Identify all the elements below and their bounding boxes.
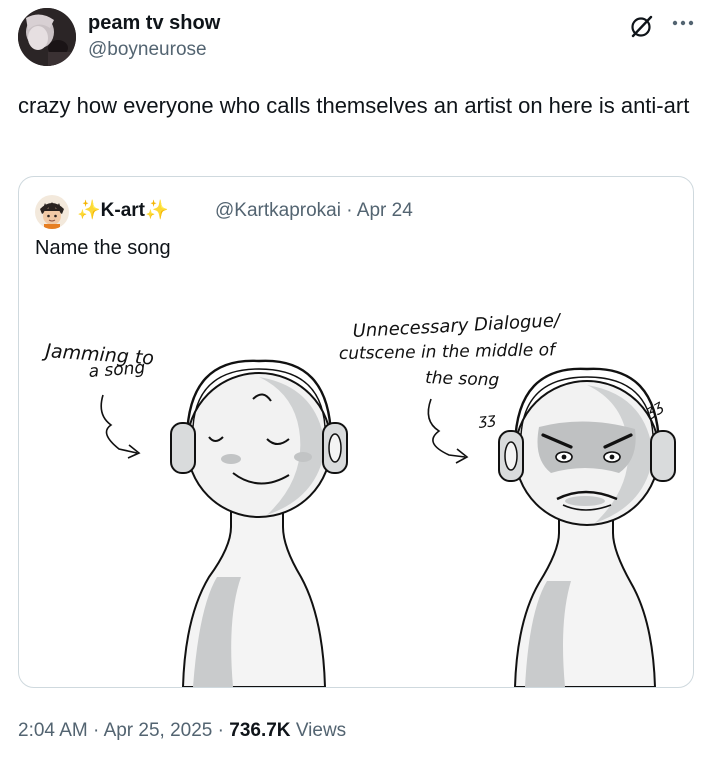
quoted-display-name-text: K-art: [100, 200, 146, 221]
right-caption-line3: the song: [425, 368, 500, 391]
views-label: Views: [295, 720, 347, 741]
quoted-tweet-text: Name the song: [35, 237, 171, 259]
sparkle-icon: ✨: [145, 200, 169, 221]
right-caption-line1: Unnecessary Dialogue/: [352, 310, 562, 342]
quoted-avatar[interactable]: [35, 195, 69, 229]
quoted-tweet[interactable]: ✨K-art✨ @Kartkaprokai · Apr 24 Name the …: [18, 176, 694, 688]
tweet-meta: 2:04 AM · Apr 25, 2025 · 736.7K Views: [18, 718, 346, 744]
left-arrow: [100, 394, 138, 454]
right-caption-line2: cutscene in the middle of: [339, 340, 558, 364]
left-earcup: [170, 422, 196, 474]
avatar[interactable]: [18, 8, 76, 66]
comic-image[interactable]: Jamming to a song Unnecessary Dialogue/ …: [19, 277, 693, 687]
right-zzz-left: ʒʒ: [477, 409, 497, 429]
tweet-text: crazy how everyone who calls themselves …: [18, 93, 690, 118]
quoted-handle[interactable]: @Kartkaprokai: [215, 200, 341, 221]
separator-dot: ·: [93, 720, 100, 741]
left-caption-line2: a song: [88, 358, 146, 382]
views-count[interactable]: 736.7K: [229, 720, 290, 741]
right-arrow: [427, 398, 466, 458]
quoted-date[interactable]: Apr 24: [357, 200, 413, 221]
tweet-date[interactable]: Apr 25, 2025: [104, 720, 213, 741]
quoted-handle-date: @Kartkaprokai · Apr 24: [215, 199, 413, 223]
tweet-time[interactable]: 2:04 AM: [18, 720, 88, 741]
sparkle-icon: ✨: [77, 200, 101, 221]
separator-dot: ·: [217, 720, 224, 741]
quoted-display-name[interactable]: ✨K-art✨: [77, 199, 169, 223]
author-display-name[interactable]: peam tv show: [88, 10, 220, 36]
author-handle[interactable]: @boyneurose: [88, 38, 207, 62]
grok-icon[interactable]: [628, 14, 654, 40]
more-options-icon[interactable]: [668, 10, 698, 36]
separator-dot: ·: [346, 200, 353, 221]
